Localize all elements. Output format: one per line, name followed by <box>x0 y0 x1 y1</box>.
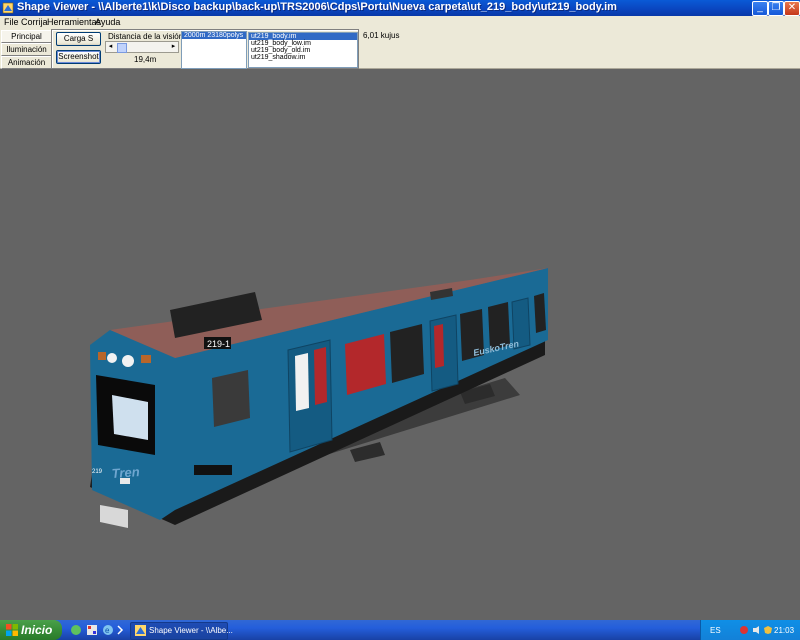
info-panel <box>194 465 232 475</box>
marker-light <box>141 355 151 363</box>
file-list[interactable]: ut219_body.im ut219_body_low.im ut219_bo… <box>248 32 358 68</box>
menu-file[interactable]: File <box>4 16 19 28</box>
svg-text:e: e <box>105 626 110 635</box>
distance-label: Distancia de la visión <box>108 32 184 41</box>
title-bar[interactable]: Shape Viewer - \\Alberte1\k\Disco backup… <box>0 0 800 16</box>
app-icon <box>2 2 14 14</box>
security-icon[interactable] <box>763 625 773 635</box>
marker-light <box>98 352 106 360</box>
coupler <box>100 505 128 528</box>
menu-herramientas[interactable]: Herramientas <box>47 16 101 28</box>
front-lamp <box>107 353 117 363</box>
menu-corrija[interactable]: Corrija <box>21 16 48 28</box>
3d-viewport[interactable]: 219-1 Tren EuskoTren 219 <box>0 69 800 620</box>
messenger-icon[interactable] <box>70 624 82 636</box>
list-item[interactable]: 2000m 23180polys <box>182 32 246 39</box>
distance-value: 19,4m <box>134 55 157 64</box>
list-item[interactable]: ut219_body_old.im <box>249 47 357 54</box>
maximize-icon: ❐ <box>771 2 781 13</box>
taskbar-item-shape-viewer[interactable]: Shape Viewer - \\Albe... <box>130 622 233 640</box>
start-button[interactable]: Inicio <box>0 620 62 640</box>
system-tray: ES 21:03 <box>700 620 800 640</box>
list-item[interactable]: ut219_body.im <box>249 33 357 40</box>
tab-principal[interactable]: Principal <box>1 30 52 43</box>
close-button[interactable]: ✕ <box>784 1 800 16</box>
tab-animacion[interactable]: Animación <box>1 56 52 69</box>
window-title: Shape Viewer - \\Alberte1\k\Disco backup… <box>17 1 617 13</box>
minimize-icon: _ <box>757 2 763 13</box>
windows-logo-icon <box>6 624 18 636</box>
slider-thumb[interactable] <box>117 43 127 53</box>
volume-icon[interactable] <box>752 625 762 635</box>
side-window <box>390 324 424 383</box>
language-indicator[interactable]: ES <box>710 626 721 635</box>
minimize-button[interactable]: _ <box>752 1 768 16</box>
scroll-right-icon[interactable]: ▸ <box>169 42 178 52</box>
door-window <box>314 347 327 405</box>
task-label: Shape Viewer - \\Albe... <box>149 626 233 635</box>
network-icon[interactable] <box>739 625 749 635</box>
menu-ayuda[interactable]: Ayuda <box>95 16 120 28</box>
internet-explorer-icon[interactable]: e <box>102 624 114 636</box>
side-window <box>534 293 546 333</box>
cab-interior <box>112 395 148 440</box>
menu-bar: File Corrija Herramientas Ayuda <box>0 16 800 28</box>
list-item[interactable]: ut219_shadow.im <box>249 54 357 61</box>
scroll-left-icon[interactable]: ◂ <box>106 42 115 52</box>
side-window <box>212 370 250 427</box>
screenshot-button[interactable]: Screenshot <box>56 50 101 64</box>
tab-iluminacion[interactable]: Iluminación <box>1 43 52 56</box>
grid-app-icon[interactable] <box>86 624 98 636</box>
close-icon: ✕ <box>787 2 797 13</box>
lod-list[interactable]: 2000m 23180polys <box>181 31 247 69</box>
train-model: 219-1 Tren EuskoTren 219 <box>90 268 548 528</box>
unit-number: 219-1 <box>207 339 230 349</box>
door-window <box>295 353 309 411</box>
chevron-right-icon[interactable] <box>117 625 125 635</box>
brand-logo: Tren <box>111 464 140 481</box>
door-window <box>434 324 444 368</box>
front-small-number: 219 <box>92 469 103 475</box>
distance-slider[interactable]: ◂ ▸ <box>105 41 179 53</box>
clock: 21:03 <box>774 626 795 635</box>
front-lamp <box>122 355 134 367</box>
size-readout: 6,01 kujus <box>363 31 400 40</box>
start-label: Inicio <box>21 623 53 637</box>
shape-viewer-task-icon <box>135 625 146 636</box>
taskbar: Inicio e Shape Viewer - \\Albe... ES 21:… <box>0 620 800 640</box>
list-item[interactable]: ut219_body_low.im <box>249 40 357 47</box>
maximize-button[interactable]: ❐ <box>768 1 784 16</box>
load-button[interactable]: Carga S <box>56 32 101 46</box>
